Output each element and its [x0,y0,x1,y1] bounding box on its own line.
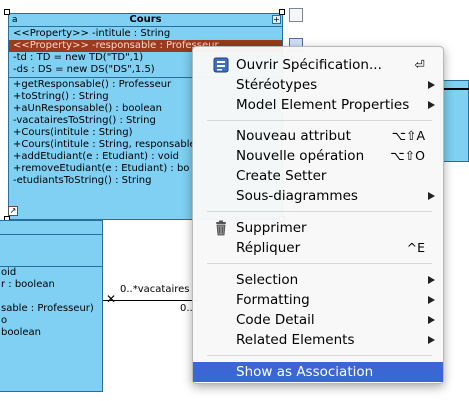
diagram-background-line [440,88,469,90]
submenu-arrow-icon [428,81,435,89]
menu-item-repliquer[interactable]: Répliquer ^E [193,238,443,258]
menu-item-label: Formatting [236,292,310,308]
operation-row[interactable]: o [0,315,102,327]
class-header[interactable]: a Cours + [9,14,282,27]
menu-item-nouvelle-operation[interactable]: Nouvelle opération ⌥⇧O [193,146,443,166]
menu-item-formatting[interactable]: Formatting [193,290,443,310]
selection-handle[interactable] [4,9,10,15]
menu-item-related-elements[interactable]: Related Elements [193,330,443,350]
menu-shortcut: ⌥⇧O [390,148,425,163]
menu-item-stereotypes[interactable]: Stéréotypes [193,75,443,95]
menu-item-label: Related Elements [236,332,355,348]
menu-item-create-setter[interactable]: Create Setter [193,166,443,186]
submenu-arrow-icon [428,192,435,200]
class-header[interactable] [0,221,102,235]
menu-item-label: Show as Association [236,364,374,380]
menu-item-label: Sous-diagrammes [236,188,358,204]
association-multiplicity-label: 0.. [180,303,193,314]
class-other[interactable]: oid r : boolean sable : Professeur) o bo… [0,220,103,392]
operation-row[interactable] [0,291,102,303]
association-line[interactable] [103,300,198,301]
menu-shortcut: ⏎ [414,57,425,72]
operation-row[interactable]: boolean [0,327,102,339]
menu-item-label: Supprimer [236,220,307,236]
menu-item-model-element-properties[interactable]: Model Element Properties [193,95,443,115]
menu-item-selection[interactable]: Selection [193,270,443,290]
menu-separator [207,120,432,121]
operation-row[interactable]: r : boolean [0,279,102,291]
stereotype-tag: a [12,15,18,25]
menu-item-label: Selection [236,272,299,288]
selection-handle[interactable] [279,9,285,15]
submenu-arrow-icon [428,296,435,304]
context-menu: Ouvrir Spécification... ⏎ Stéréotypes Mo… [192,46,444,384]
operation-row[interactable]: sable : Professeur) [0,303,102,315]
menu-item-label: Nouveau attribut [236,128,351,144]
submenu-arrow-icon [428,316,435,324]
menu-shortcut: ⌥⇧A [391,128,425,143]
menu-item-label: Nouvelle opération [236,148,365,164]
attributes-compartment [0,235,102,267]
menu-item-label: Ouvrir Spécification... [236,57,382,73]
menu-item-sous-diagrammes[interactable]: Sous-diagrammes [193,186,443,206]
menu-item-label: Répliquer [236,240,301,256]
menu-separator [207,355,432,356]
specification-icon [213,57,229,73]
menu-item-ouvrir-specification[interactable]: Ouvrir Spécification... ⏎ [193,55,443,75]
menu-item-label: Stéréotypes [236,77,318,93]
menu-item-label: Model Element Properties [236,97,410,113]
menu-item-nouveau-attribut[interactable]: Nouveau attribut ⌥⇧A [193,126,443,146]
menu-separator [207,211,432,212]
menu-shortcut: ^E [406,240,425,255]
resize-icon[interactable]: ↗ [8,206,18,216]
menu-item-show-as-association[interactable]: Show as Association [193,362,443,382]
expand-plus-icon[interactable]: + [272,15,281,24]
note-icon[interactable] [289,8,303,22]
submenu-arrow-icon [428,336,435,344]
menu-item-code-detail[interactable]: Code Detail [193,310,443,330]
class-box-right-top[interactable] [440,80,469,162]
association-role-label: 0..*vacataires [120,284,190,295]
operation-row[interactable]: oid [0,267,102,279]
menu-item-label: Create Setter [236,168,327,184]
class-name[interactable]: Cours [129,14,161,25]
menu-item-supprimer[interactable]: Supprimer [193,218,443,238]
menu-item-label: Code Detail [236,312,315,328]
menu-separator [207,263,432,264]
navigability-x-icon: ✕ [106,292,117,306]
attribute-row[interactable]: <<Property>> -intitule : String [9,28,282,40]
submenu-arrow-icon [428,101,435,109]
trash-icon [216,220,226,236]
submenu-arrow-icon [428,276,435,284]
